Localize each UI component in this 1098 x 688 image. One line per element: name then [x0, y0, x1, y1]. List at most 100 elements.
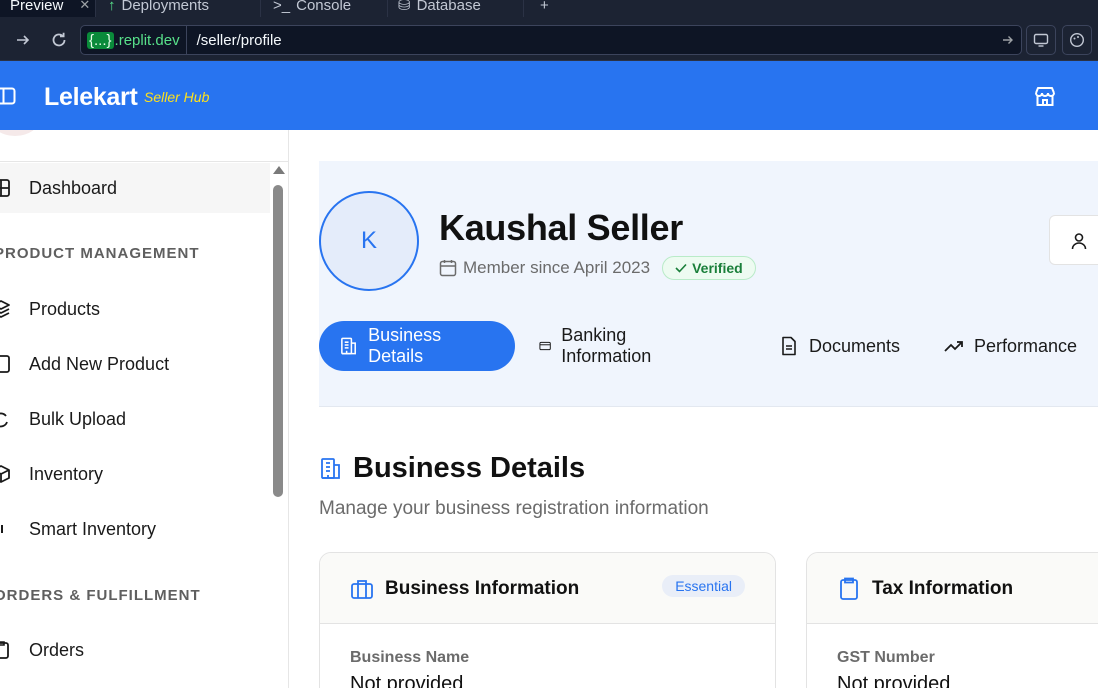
business-information-card: Business Information Essential Business … — [319, 552, 776, 688]
new-tab-button[interactable]: + — [530, 0, 560, 17]
field-label: GST Number — [837, 649, 935, 666]
sidebar: Dashboard PRODUCT MANAGEMENT Products Ad… — [0, 130, 289, 688]
member-meta: Member since April 2023 Verified — [439, 256, 756, 280]
profile-menu-button[interactable] — [1049, 215, 1098, 265]
section-subtitle: Manage your business registration inform… — [319, 498, 709, 519]
store-icon — [1035, 87, 1055, 106]
add-icon — [0, 355, 10, 373]
card-header: Business Information Essential — [320, 553, 775, 624]
credit-card-icon — [539, 341, 551, 351]
tab-deployments[interactable]: ↑ Deployments — [96, 0, 261, 17]
sidebar-toggle-button[interactable] — [0, 87, 16, 105]
sidebar-item-add-new-product[interactable]: Add New Product — [0, 339, 270, 389]
app-header: Lelekart Seller Hub — [0, 61, 1098, 130]
theme-button[interactable] — [1062, 25, 1092, 55]
tab-label: Performance — [974, 335, 1078, 356]
sidebar-item-label: Bulk Upload — [29, 408, 127, 429]
forward-button[interactable] — [10, 27, 36, 53]
devtools-button[interactable] — [1026, 25, 1056, 55]
url-domain-text: .replit.dev — [114, 31, 180, 49]
tab-documents[interactable]: Documents — [779, 321, 900, 371]
sidebar-item-label: Add New Product — [29, 353, 170, 374]
card-title: Business Information — [385, 578, 580, 599]
tab-preview[interactable]: Preview ✕ — [0, 0, 96, 17]
sidebar-item-label: Dashboard — [29, 177, 118, 198]
sidebar-item-inventory[interactable]: Inventory — [0, 449, 270, 499]
tab-label: Business Details — [368, 325, 442, 366]
url-path: /seller/profile — [196, 31, 282, 49]
upload-icon — [0, 412, 8, 428]
avatar: K — [319, 191, 419, 291]
browser-tab-bar: Preview ✕ ↑ Deployments >_ Console ⛁ Dat… — [0, 0, 1098, 18]
tab-console[interactable]: >_ Console — [261, 0, 388, 17]
url-domain: {...} .replit.dev — [81, 26, 187, 54]
sidebar-item-orders[interactable]: Orders — [0, 625, 270, 675]
tax-information-card: Tax Information GST Number Not provided — [806, 552, 1098, 688]
section-header: Business Details — [319, 452, 585, 485]
grid-icon — [0, 179, 10, 197]
field-value: Not provided — [350, 673, 464, 688]
monitor-icon — [1033, 33, 1049, 47]
clipboard-icon — [840, 577, 858, 600]
terminal-icon: >_ — [273, 0, 291, 14]
reload-button[interactable] — [46, 27, 72, 53]
divider — [0, 161, 288, 162]
briefcase-icon — [351, 580, 373, 599]
member-since: Member since April 2023 — [463, 258, 651, 277]
database-icon: ⛁ — [398, 0, 411, 14]
sidebar-item-smart-inventory[interactable]: Smart Inventory — [0, 504, 270, 554]
page-title: Kaushal Seller — [439, 207, 683, 248]
tab-label: Banking Information — [561, 325, 652, 366]
trending-up-icon — [944, 341, 963, 352]
tab-label: Database — [416, 0, 481, 14]
plus-icon: + — [540, 0, 549, 14]
tab-database[interactable]: ⛁ Database — [388, 0, 524, 17]
sidebar-icon — [0, 87, 16, 105]
sidebar-item-label: Smart Inventory — [29, 518, 157, 539]
chart-icon — [1, 525, 3, 533]
clipboard-icon — [0, 641, 9, 659]
palette-icon — [1069, 32, 1085, 48]
field-label: Business Name — [350, 649, 470, 666]
sidebar-section-orders-fulfillment: ORDERS & FULFILLMENT — [0, 587, 201, 604]
main-content: K Kaushal Seller Member since April 2023… — [289, 130, 1098, 688]
box-icon — [0, 465, 10, 483]
calendar-icon — [439, 260, 457, 277]
store-button[interactable] — [1033, 85, 1057, 107]
sidebar-item-label: Inventory — [29, 463, 104, 484]
tab-performance[interactable]: Performance — [944, 321, 1077, 371]
deploy-icon: ↑ — [108, 0, 116, 14]
url-field[interactable]: {...} .replit.dev /seller/profile — [80, 25, 1022, 55]
check-icon — [675, 263, 687, 273]
sidebar-item-products[interactable]: Products — [0, 284, 270, 334]
tab-label: Deployments — [121, 0, 210, 14]
close-icon[interactable]: ✕ — [79, 0, 90, 13]
sidebar-item-label: Orders — [29, 639, 85, 660]
scrollbar-up-arrow[interactable] — [273, 166, 285, 174]
section-title: Business Details — [353, 452, 586, 484]
tab-label: Preview — [10, 0, 64, 14]
arrow-right-icon — [1003, 36, 1013, 44]
user-icon — [1071, 233, 1087, 250]
sidebar-section-product-management: PRODUCT MANAGEMENT — [0, 245, 200, 262]
tab-business-details[interactable]: Business Details — [319, 321, 515, 371]
status-badge-label: Verified — [692, 260, 743, 276]
building-icon — [341, 337, 356, 355]
app-window: Preview ✕ ↑ Deployments >_ Console ⛁ Dat… — [0, 0, 1098, 688]
reload-icon — [52, 32, 66, 47]
document-icon — [782, 336, 796, 356]
go-button[interactable] — [995, 33, 1021, 47]
building-icon — [321, 457, 340, 479]
sidebar-item-dashboard[interactable]: Dashboard — [0, 163, 270, 213]
sidebar-item-label: Products — [29, 298, 101, 319]
status-badge: Verified — [662, 256, 756, 280]
brand-logo[interactable]: Lelekart — [44, 83, 138, 112]
field-value: Not provided — [837, 673, 951, 688]
tab-banking-information[interactable]: Banking Information — [539, 321, 659, 371]
address-bar: {...} .replit.dev /seller/profile — [0, 18, 1098, 61]
scrollbar-thumb[interactable] — [273, 185, 283, 497]
layers-icon — [0, 300, 10, 318]
avatar — [0, 130, 40, 136]
card-header: Tax Information — [807, 553, 1098, 624]
sidebar-item-bulk-upload[interactable]: Bulk Upload — [0, 394, 270, 444]
